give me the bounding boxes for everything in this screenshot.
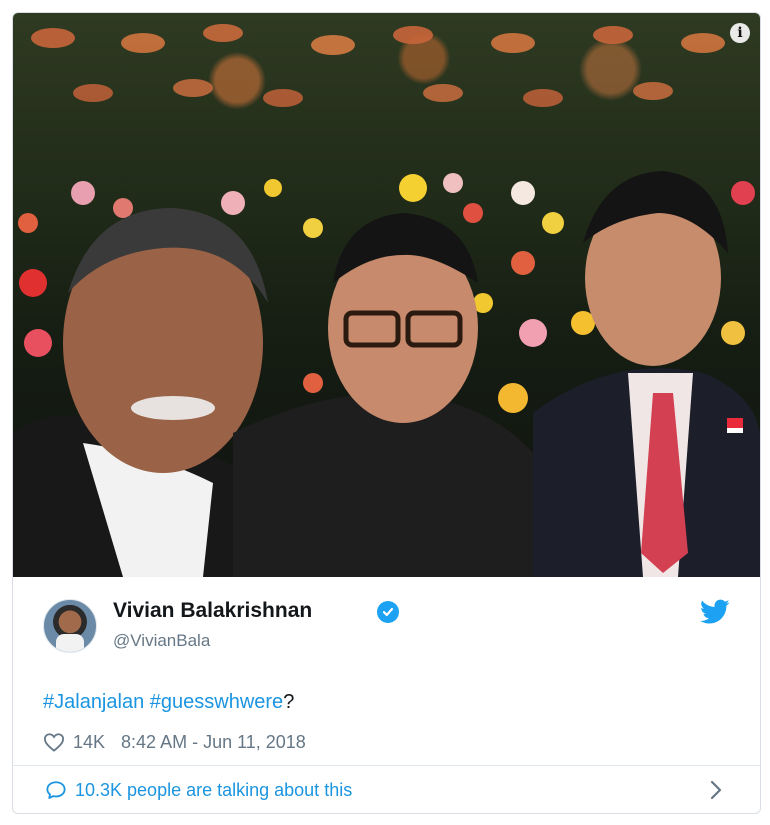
like-count[interactable]: 14K xyxy=(73,732,105,753)
hashtag-link[interactable]: #Jalanjalan xyxy=(43,691,144,713)
avatar[interactable] xyxy=(43,599,97,653)
conversation-link[interactable]: 10.3K people are talking about this xyxy=(13,766,760,813)
chevron-right-icon xyxy=(710,780,722,800)
verified-badge-icon xyxy=(377,601,399,623)
tweet-meta: 14K 8:42 AM - Jun 11, 2018 xyxy=(43,729,306,755)
author-name[interactable]: Vivian Balakrishnan xyxy=(113,599,312,623)
tweet-card[interactable]: i Vivian Balakrishnan @VivianBala #Jalan… xyxy=(12,12,761,814)
heart-icon[interactable] xyxy=(43,732,65,752)
tweet-photo[interactable]: i xyxy=(13,13,760,577)
twitter-bird-icon[interactable] xyxy=(700,599,730,625)
info-icon[interactable]: i xyxy=(730,23,750,43)
author-handle[interactable]: @VivianBala xyxy=(113,631,210,651)
hashtag-link[interactable]: #guesswhwere xyxy=(150,691,283,713)
conversation-label: 10.3K people are talking about this xyxy=(75,779,353,800)
text-suffix: ? xyxy=(283,691,295,713)
photo-scene xyxy=(13,24,760,577)
tweet-text: #Jalanjalan #guesswhwere? xyxy=(43,691,294,714)
tweet-timestamp[interactable]: 8:42 AM - Jun 11, 2018 xyxy=(121,732,306,753)
tweet-author: Vivian Balakrishnan @VivianBala xyxy=(43,599,730,653)
comment-icon xyxy=(46,781,66,799)
